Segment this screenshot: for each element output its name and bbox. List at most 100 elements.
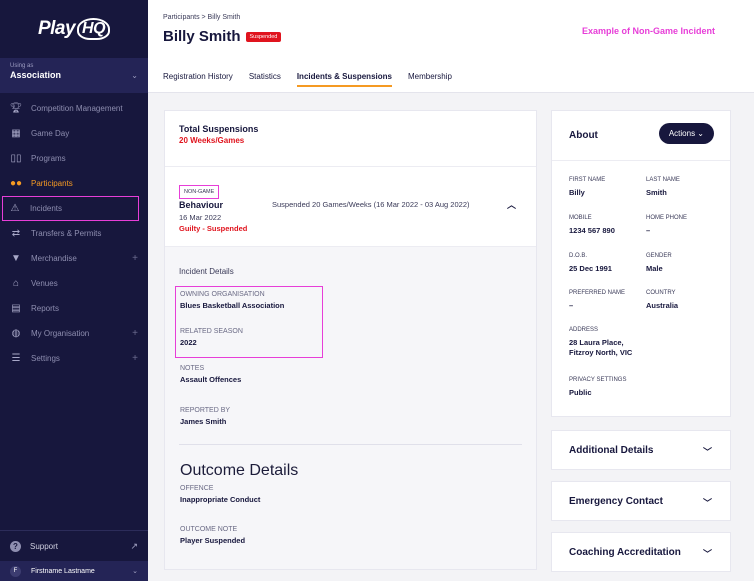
reported-by-field: REPORTED BY James Smith (180, 407, 230, 426)
user-name: Firstname Lastname (31, 567, 95, 575)
field-label: PREFERRED NAME (569, 290, 626, 296)
field-label: OFFENCE (180, 485, 214, 492)
sidebar-item-label: Settings (31, 354, 60, 363)
accordion-emergency-contact[interactable]: Emergency Contact ﹀ (551, 481, 731, 521)
accordion-coaching-accreditation[interactable]: Coaching Accreditation ﹀ (551, 532, 731, 572)
support-link[interactable]: ? Support ↗ (0, 530, 148, 561)
chevron-down-icon: ﹀ (702, 447, 712, 457)
status-badge: Suspended (245, 31, 282, 42)
chevron-down-icon: ⌄ (132, 568, 138, 575)
divider (179, 444, 522, 445)
owning-organisation-field: OWNING ORGANISATION Blues Basketball Ass… (180, 291, 284, 310)
gender-field: GENDER Male (646, 253, 672, 274)
sidebar-nav: 🏆︎ Competition Management ▦ Game Day ▯▯ Pro… (0, 93, 148, 371)
logo-text: Play (37, 18, 76, 39)
total-suspensions-label: Total Suspensions (179, 124, 259, 134)
sidebar-item-label: Reports (31, 304, 60, 313)
help-icon: ? (10, 540, 21, 552)
field-label: MOBILE (569, 215, 592, 221)
external-link-icon: ↗ (130, 540, 138, 551)
shirt-icon: ▼ (11, 253, 21, 264)
home-phone-field: HOME PHONE – (646, 215, 687, 236)
field-value: James Smith (180, 417, 227, 426)
dob-field: D.O.B. 25 Dec 1991 (569, 253, 612, 274)
sidebar-item-game-day[interactable]: ▦ Game Day (0, 121, 148, 146)
sidebar-item-my-organisation[interactable]: ◍ My Organisation + (0, 321, 148, 346)
incident-type-badge: NON-GAME (179, 185, 220, 199)
field-value: 1234 567 890 (569, 226, 615, 235)
expand-plus-icon[interactable]: + (132, 328, 138, 339)
accordion-title: Emergency Contact (569, 496, 663, 507)
user-menu[interactable]: F Firstname Lastname ⌄ (0, 561, 148, 581)
sidebar-item-label: Competition Management (31, 104, 123, 113)
expand-plus-icon[interactable]: + (132, 253, 138, 264)
playhq-logo[interactable]: Play HQ (0, 0, 148, 58)
privacy-settings-field: PRIVACY SETTINGS Public (569, 377, 626, 398)
chevron-down-icon: ⌄ (131, 71, 138, 80)
incident-date: 16 Mar 2022 (179, 213, 222, 222)
field-label: OWNING ORGANISATION (180, 291, 265, 298)
sidebar-item-incidents[interactable]: ⚠ Incidents (2, 196, 139, 221)
outcome-note-field: OUTCOME NOTE Player Suspended (180, 526, 245, 545)
chevron-up-icon[interactable]: ︿ (507, 198, 516, 211)
field-value: 2022 (180, 338, 197, 347)
breadcrumb[interactable]: Participants > Billy Smith (163, 14, 240, 21)
related-season-field: RELATED SEASON 2022 (180, 328, 243, 347)
field-value: Public (569, 388, 592, 397)
about-header: About Actions ⌄ (552, 111, 730, 161)
actions-button[interactable]: Actions ⌄ (658, 123, 714, 144)
field-value: Assault Offences (180, 375, 242, 384)
sidebar-item-programs[interactable]: ▯▯ Programs (0, 146, 148, 171)
support-label: Support (30, 541, 59, 551)
field-label: HOME PHONE (646, 215, 688, 221)
field-value: – (569, 301, 574, 310)
address-field: ADDRESS 28 Laura Place, Fitzroy North, V… (569, 327, 632, 358)
sidebar-item-reports[interactable]: ▤ Reports (0, 296, 148, 321)
field-label: D.O.B. (569, 253, 588, 259)
sidebar-item-label: Venues (31, 279, 58, 288)
field-value: 28 Laura Place, Fitzroy North, VIC (569, 338, 632, 358)
outcome-details-heading: Outcome Details (180, 462, 299, 479)
people-icon: ●● (9, 178, 23, 189)
report-icon: ▤ (11, 303, 21, 314)
country-field: COUNTRY Australia (646, 290, 678, 311)
annotation-note: Example of Non-Game Incident (581, 26, 715, 36)
field-label: NOTES (180, 365, 205, 372)
tab-statistics[interactable]: Statistics (249, 72, 281, 87)
avatar: F (10, 565, 21, 577)
notes-field: NOTES Assault Offences (180, 365, 241, 384)
sidebar-item-settings[interactable]: ☰ Settings + (0, 346, 148, 371)
sidebar-item-transfers-permits[interactable]: ⇄ Transfers & Permits (0, 221, 148, 246)
sidebar-item-label: Transfers & Permits (31, 229, 102, 238)
expand-plus-icon[interactable]: + (132, 353, 138, 364)
sidebar-item-participants[interactable]: ●● Participants (0, 171, 148, 196)
suspension-summary: Suspended 20 Games/Weeks (16 Mar 2022 - … (272, 200, 470, 209)
field-label: RELATED SEASON (180, 328, 243, 335)
organisation-name: Association (10, 70, 62, 80)
participant-name: Billy Smith (163, 28, 241, 45)
field-value: Blues Basketball Association (180, 301, 285, 310)
sidebar-item-label: Game Day (31, 129, 70, 138)
tab-registration-history[interactable]: Registration History (163, 72, 233, 87)
incident-row[interactable]: NON-GAME Behaviour 16 Mar 2022 Guilty - … (165, 167, 536, 247)
organisation-switcher[interactable]: Using as Association ⌄ (0, 58, 148, 93)
sidebar: Play HQ Using as Association ⌄ 🏆︎ Competit… (0, 0, 148, 581)
tab-bar: Registration History Statistics Incident… (163, 72, 468, 87)
sidebar-item-label: Incidents (30, 204, 63, 213)
sidebar-item-merchandise[interactable]: ▼ Merchandise + (0, 246, 148, 271)
incidents-card: Total Suspensions 20 Weeks/Games NON-GAM… (164, 110, 537, 570)
logo-hq: HQ (77, 18, 111, 40)
field-value: Male (646, 264, 663, 273)
sidebar-item-venues[interactable]: ⌂ Venues (0, 271, 148, 296)
chevron-down-icon: ﹀ (702, 549, 712, 559)
settings-sliders-icon: ☰ (11, 353, 21, 364)
accordion-additional-details[interactable]: Additional Details ﹀ (551, 430, 731, 470)
trophy-icon: 🏆︎ (9, 103, 23, 114)
field-label: REPORTED BY (180, 407, 231, 414)
about-title: About (569, 130, 598, 141)
tab-incidents-suspensions[interactable]: Incidents & Suspensions (296, 72, 392, 87)
tab-membership[interactable]: Membership (408, 72, 452, 87)
chevron-down-icon: ⌄ (697, 129, 704, 138)
preferred-name-field: PREFERRED NAME – (569, 290, 625, 311)
sidebar-item-competition-management[interactable]: 🏆︎ Competition Management (0, 96, 148, 121)
